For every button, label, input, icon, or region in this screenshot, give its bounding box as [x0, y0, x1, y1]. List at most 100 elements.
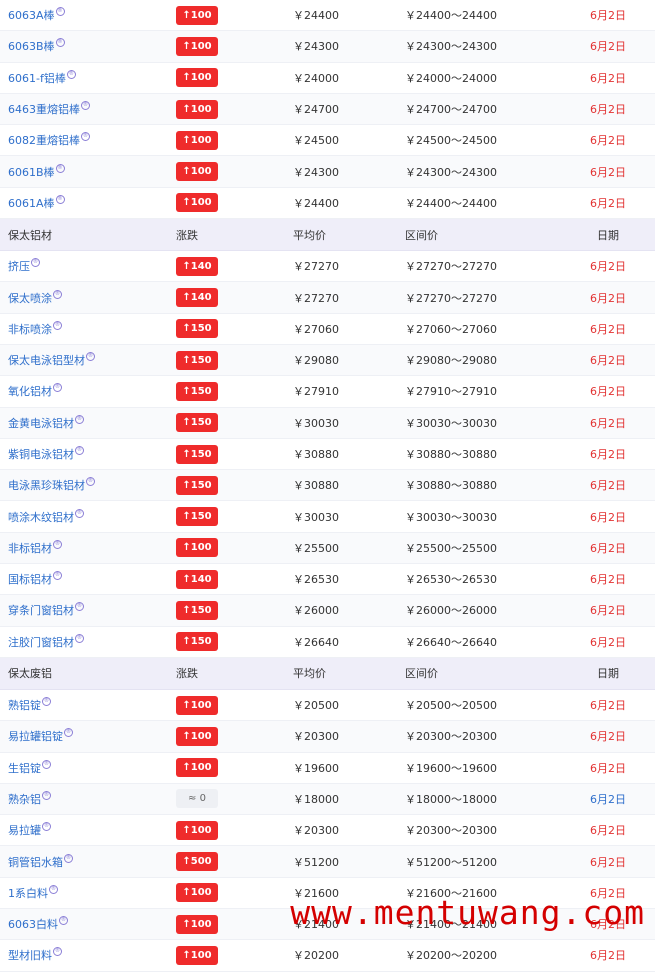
change-badge: ↑100 — [176, 914, 218, 934]
date-cell: 6月2日 — [561, 30, 655, 63]
product-link[interactable]: 6082重熔铝棒 — [8, 134, 80, 147]
registered-mark-icon: ® — [64, 853, 73, 863]
range-price: ￥24500～24500 — [396, 124, 561, 157]
range-price: ￥30030～30030 — [396, 407, 561, 439]
range-price: ￥24400～24400 — [396, 0, 561, 32]
product-link[interactable]: 注胶门窗铝材 — [8, 636, 74, 649]
range-price: ￥20500～20500 — [396, 689, 561, 722]
price-table: 6063A棒 ® ↑100 ￥24400 ￥24400～24400 6月2日 6063B棒 ®… — [0, 0, 655, 972]
change-cell: ↑150 — [170, 469, 283, 502]
date-cell: 6月2日 — [561, 469, 655, 502]
product-link[interactable]: 6063A棒 — [8, 9, 55, 22]
change-cell: ↑500 — [170, 845, 283, 878]
product-link[interactable]: 6061-f铝棒 — [8, 72, 66, 85]
date-cell: 6月2日 — [561, 626, 655, 658]
product-cell: 6063A棒 ® — [0, 0, 170, 32]
table-row: 非标喷涂 ® ↑150 ￥27060 ￥27060～27060 6月2日 — [0, 313, 655, 345]
product-link[interactable]: 保太电泳铝型材 — [8, 354, 85, 367]
change-badge: ↑150 — [176, 632, 218, 652]
registered-mark-icon: ® — [55, 7, 65, 17]
change-badge: ↑140 — [176, 288, 218, 308]
product-link[interactable]: 6061A棒 — [8, 197, 55, 210]
registered-mark-icon: ® — [75, 508, 84, 518]
product-link[interactable]: 6463重熔铝棒 — [8, 103, 80, 116]
date-cell: 6月2日 — [561, 814, 655, 847]
product-cell: 紫铜电泳铝材 ® — [0, 438, 170, 471]
avg-price: ￥19600 — [283, 752, 396, 784]
product-cell: 1系白料 ® — [0, 877, 170, 910]
change-badge: ↑100 — [176, 883, 218, 903]
product-link[interactable]: 紫铜电泳铝材 — [8, 448, 74, 461]
product-link[interactable]: 6061B棒 — [8, 166, 55, 179]
product-cell: 熟杂铝 ® — [0, 783, 170, 816]
table-row: 熟铝锭 ® ↑100 ￥20500 ￥20500～20500 6月2日 — [0, 689, 655, 722]
table-row: 氧化铝材 ® ↑150 ￥27910 ￥27910～27910 6月2日 — [0, 375, 655, 408]
change-badge: ↑150 — [176, 413, 218, 433]
change-cell: ↑100 — [170, 752, 283, 784]
range-price: ￥27270～27270 — [396, 250, 561, 283]
date-cell: 6月2日 — [561, 0, 655, 32]
product-link[interactable]: 6063B棒 — [8, 40, 55, 53]
product-link[interactable]: 喷涂木纹铝材 — [8, 511, 74, 524]
table-row: 易拉罐 ® ↑100 ￥20300 ￥20300～20300 6月2日 — [0, 814, 655, 847]
product-cell: 6063B棒 ® — [0, 30, 170, 63]
product-cell: 喷涂木纹铝材 ® — [0, 500, 170, 533]
product-link[interactable]: 电泳黑珍珠铝材 — [8, 479, 85, 492]
product-cell: 型材旧料 ® — [0, 939, 170, 972]
change-cell: ↑100 — [170, 155, 283, 188]
product-link[interactable]: 非标喷涂 — [8, 323, 52, 336]
avg-price: ￥25500 — [283, 532, 396, 565]
table-row: 金黄电泳铝材 ® ↑150 ￥30030 ￥30030～30030 6月2日 — [0, 407, 655, 439]
product-link[interactable]: 金黄电泳铝材 — [8, 417, 74, 430]
change-badge: ↑150 — [176, 350, 218, 370]
registered-mark-icon: ® — [64, 728, 73, 738]
product-link[interactable]: 1系白料 — [8, 887, 48, 900]
product-link[interactable]: 熟铝锭 — [8, 699, 41, 712]
table-row: 电泳黑珍珠铝材 ® ↑150 ￥30880 ￥30880～30880 6月2日 — [0, 469, 655, 502]
date-cell: 6月2日 — [561, 563, 655, 596]
change-badge: ↑100 — [176, 162, 218, 182]
product-link[interactable]: 氧化铝材 — [8, 385, 52, 398]
range-price: ￥51200～51200 — [396, 845, 561, 878]
product-link[interactable]: 6063白料 — [8, 918, 58, 931]
change-badge: ↑150 — [176, 444, 218, 464]
product-cell: 金黄电泳铝材 ® — [0, 407, 170, 439]
range-price: ￥19600～19600 — [396, 752, 561, 784]
product-link[interactable]: 铜管铝水箱 — [8, 856, 63, 869]
product-cell: 氧化铝材 ® — [0, 375, 170, 408]
product-cell: 非标喷涂 ® — [0, 313, 170, 345]
product-cell: 注胶门窗铝材 ® — [0, 626, 170, 658]
section-title: 保太废铝 — [0, 657, 170, 690]
product-cell: 6061B棒 ® — [0, 155, 170, 188]
range-price: ￥27270～27270 — [396, 281, 561, 314]
table-row: 保太电泳铝型材 ® ↑150 ￥29080 ￥29080～29080 6月2日 — [0, 344, 655, 377]
col-change-header: 涨跌 — [170, 657, 283, 690]
change-cell: ↑140 — [170, 281, 283, 314]
table-row: 6061B棒 ® ↑100 ￥24300 ￥24300～24300 6月2日 — [0, 155, 655, 188]
registered-mark-icon: ® — [75, 414, 84, 424]
date-cell: 6月2日 — [561, 344, 655, 377]
product-link[interactable]: 熟杂铝 — [8, 793, 41, 806]
change-cell: ↑100 — [170, 720, 283, 753]
change-badge: ↑100 — [176, 130, 218, 150]
change-cell: ↑100 — [170, 908, 283, 941]
product-link[interactable]: 易拉罐铝锭 — [8, 730, 63, 743]
product-link[interactable]: 生铝锭 — [8, 762, 41, 775]
product-cell: 6463重熔铝棒 ® — [0, 93, 170, 126]
product-link[interactable]: 国标铝材 — [8, 573, 52, 586]
product-link[interactable]: 易拉罐 — [8, 824, 41, 837]
section-header: 保太铝材 涨跌 平均价 区间价 日期 — [0, 218, 655, 252]
product-link[interactable]: 非标铝材 — [8, 542, 52, 555]
product-link[interactable]: 型材旧料 — [8, 949, 52, 962]
product-link[interactable]: 挤压 — [8, 260, 30, 273]
change-cell: ↑150 — [170, 407, 283, 439]
avg-price: ￥20300 — [283, 720, 396, 753]
avg-price: ￥24300 — [283, 30, 396, 63]
change-cell: ↑150 — [170, 313, 283, 345]
date-cell: 6月2日 — [561, 281, 655, 314]
product-link[interactable]: 穿条门窗铝材 — [8, 604, 74, 617]
product-link[interactable]: 保太喷涂 — [8, 292, 52, 305]
date-cell: 6月2日 — [561, 689, 655, 722]
product-cell: 易拉罐铝锭 ® — [0, 720, 170, 753]
range-price: ￥26000～26000 — [396, 594, 561, 627]
